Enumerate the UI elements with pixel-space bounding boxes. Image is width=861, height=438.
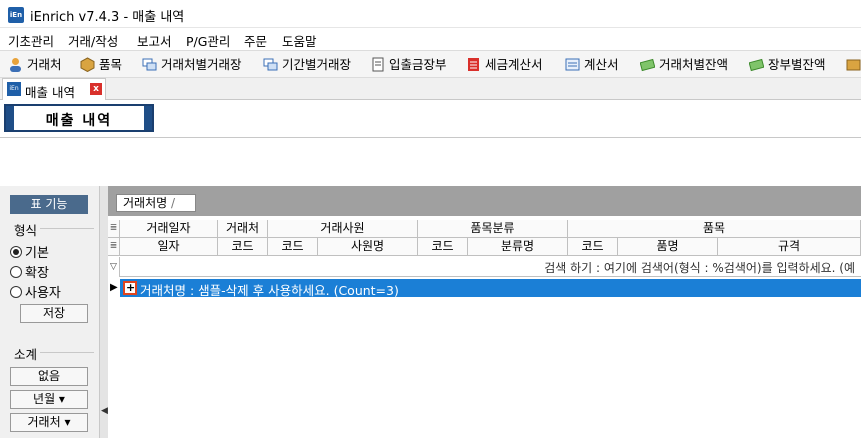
tab-label: 매출 내역 [25,85,75,100]
header-customer-code[interactable]: 코드 [218,238,268,256]
header-staff[interactable]: 거래사원 [268,220,418,238]
filter-icon[interactable]: ▽ [108,257,120,277]
format-basic-radio[interactable]: 기본 [10,242,49,261]
header-trade-date[interactable]: 거래일자 [120,220,218,238]
document-icon [565,57,580,72]
table-functions-panel: 표 기능 형식 기본 확장 사용자 저장 소계 없음 년월 ▾ 거래처 ▾ [0,186,100,438]
close-icon[interactable]: x [90,83,102,95]
group-by-area [108,186,861,216]
toolbar-period-ledger-button[interactable]: 기간별거래장 [263,55,351,75]
person-icon [8,57,23,72]
panel-splitter[interactable] [100,186,108,438]
tab-strip: iEn 매출 내역 x [0,78,861,100]
package-icon [846,57,861,72]
group-chip-customer[interactable]: 거래처명 / [116,194,196,212]
header-date[interactable]: 일자 [120,238,218,256]
header-category-name[interactable]: 분류명 [468,238,568,256]
menu-pg[interactable]: P/G관리 [186,31,230,50]
group-row-label: 거래처명 : 샘플-삭제 후 사용하세요. (Count=3) [140,283,399,298]
column-chooser-icon[interactable]: ≣ [108,220,120,238]
search-row[interactable]: 검색 하기 : 여기에 검색어(형식 : %검색어)를 입력하세요. (예 [120,257,861,277]
subtotal-label: 소계 [14,347,38,362]
expand-icon[interactable]: + [123,281,137,295]
header-staff-name[interactable]: 사원명 [318,238,418,256]
form-title-box: 매출 내역 [4,104,154,132]
toolbar-customer-button[interactable]: 거래처 [8,55,62,75]
app-logo-icon: iEn [8,7,24,23]
header-item[interactable]: 품목 [568,220,861,238]
menu-basic[interactable]: 기초관리 [8,31,54,50]
toolbar-more-button[interactable] [846,55,861,75]
money-icon [748,57,765,72]
toolbar-customer-ledger-button[interactable]: 거래처별거래장 [142,55,242,75]
book-icon [370,57,385,72]
menu-trade[interactable]: 거래/작성 [68,31,118,50]
column-chooser-icon[interactable]: ≣ [108,238,120,256]
money-icon [639,57,656,72]
ledger-icon [263,57,278,72]
format-label: 형식 [14,223,38,238]
header-category-code[interactable]: 코드 [418,238,468,256]
menu-order[interactable]: 주문 [244,31,267,50]
subtotal-customer-button[interactable]: 거래처 ▾ [10,413,88,432]
title-bar: iEn iEnrich v7.4.3 - 매출 내역 [0,0,861,28]
toolbar-cashbook-button[interactable]: 입출금장부 [370,55,447,75]
page-title: 매출 내역 [45,113,113,129]
search-hint: 검색 하기 : 여기에 검색어(형식 : %검색어)를 입력하세요. (예 [544,261,855,275]
box-icon [80,57,95,73]
data-grid: ≣ 거래일자 거래처 거래사원 품목분류 품목 ≣ 일자 코드 코드 사원명 코… [108,220,861,438]
header-item-code[interactable]: 코드 [568,238,618,256]
tab-sales-history[interactable]: iEn 매출 내역 x [2,78,106,100]
window-title: iEnrich v7.4.3 - 매출 내역 [30,10,185,25]
toolbar-bill-button[interactable]: 계산서 [565,55,619,75]
header-staff-code[interactable]: 코드 [268,238,318,256]
subtotal-yearmonth-button[interactable]: 년월 ▾ [10,390,88,409]
format-user-radio[interactable]: 사용자 [10,282,61,301]
menu-help[interactable]: 도움말 [282,31,317,50]
table-functions-header[interactable]: 표 기능 [10,195,88,214]
format-extended-radio[interactable]: 확장 [10,262,49,281]
toolbar-item-button[interactable]: 품목 [80,55,122,75]
header-customer[interactable]: 거래처 [218,220,268,238]
ledger-icon [142,57,157,72]
header-item-name[interactable]: 품명 [618,238,718,256]
app-logo-icon: iEn [7,82,21,96]
save-button[interactable]: 저장 [20,304,88,323]
chevron-left-icon[interactable]: ◀ [101,406,108,416]
toolbar-book-balance-button[interactable]: 장부별잔액 [748,55,826,75]
subtotal-none-button[interactable]: 없음 [10,367,88,386]
menu-report[interactable]: 보고서 [137,31,172,50]
group-row[interactable]: 거래처명 : 샘플-삭제 후 사용하세요. (Count=3) [120,279,861,298]
row-indicator-icon: ▶ [110,282,118,293]
divider [0,137,861,138]
toolbar-tax-invoice-button[interactable]: 세금계산서 [466,55,543,75]
menu-bar: 기초관리 거래/작성 보고서 P/G관리 주문 도움말 [0,28,861,50]
invoice-icon [466,57,481,72]
toolbar: 거래처 품목 거래처별거래장 기간별거래장 입출금장부 세금계산서 계산서 거래… [0,50,861,78]
header-spec[interactable]: 규격 [718,238,861,256]
header-item-category[interactable]: 품목분류 [418,220,568,238]
toolbar-customer-balance-button[interactable]: 거래처별잔액 [639,55,728,75]
